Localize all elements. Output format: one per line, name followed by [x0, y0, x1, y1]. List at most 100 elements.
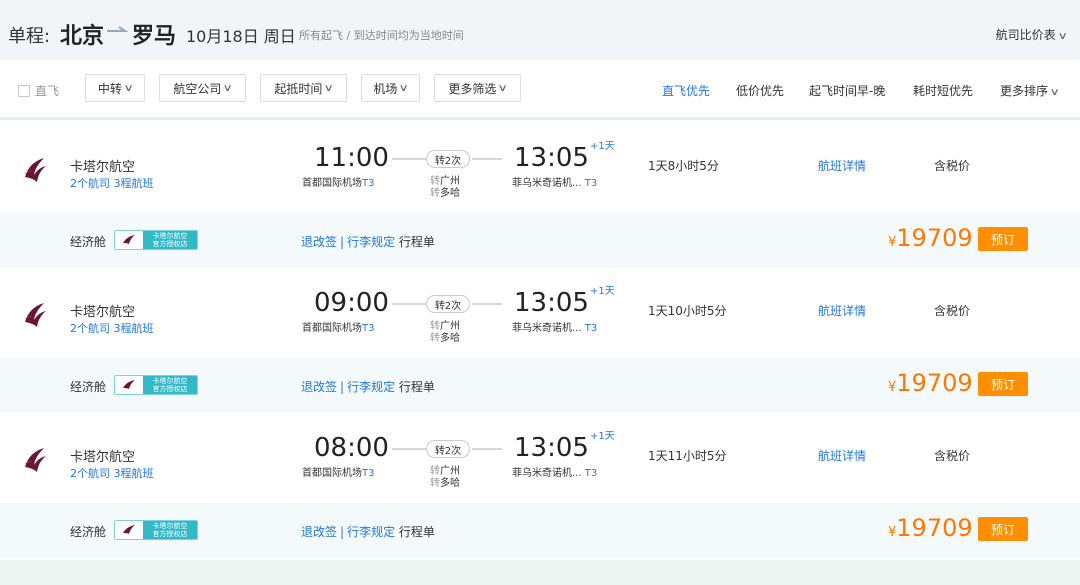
- ticket-price: ¥19709: [888, 224, 973, 252]
- local-time-note: 所有起飞 / 到达时间均为当地时间: [299, 29, 464, 42]
- chevron-down-icon: ∨: [398, 82, 410, 94]
- sort-shortest-duration[interactable]: 耗时短优先: [913, 82, 973, 99]
- cabin-price-row: 经济舱 卡塔尔航空 官方授权店 退改签 | 行李规定 行程单 ¥19709 预订: [0, 358, 1080, 413]
- itinerary-link[interactable]: 行程单: [399, 525, 435, 539]
- route-line: [392, 158, 426, 160]
- departure-airport: 首都国际机场T3: [302, 323, 375, 334]
- filter-airline-dropdown[interactable]: 航空公司 ∨: [159, 74, 246, 102]
- cabin-class: 经济舱: [70, 380, 107, 394]
- airline-logo-icon: [115, 376, 143, 394]
- book-button[interactable]: 预订: [978, 227, 1028, 251]
- ticket-price: ¥19709: [888, 514, 973, 542]
- transfer-city: 转多哈: [430, 478, 460, 489]
- chevron-down-icon: ∨: [497, 82, 509, 94]
- airline-name: 卡塔尔航空: [70, 160, 136, 175]
- route-line: [392, 448, 426, 450]
- transfer-city: 转多哈: [430, 188, 460, 199]
- filter-airport-dropdown[interactable]: 机场 ∨: [361, 74, 420, 102]
- trip-type-label: 单程:: [8, 26, 51, 47]
- official-store-badge: 卡塔尔航空 官方授权店: [114, 375, 198, 395]
- arrival-airport: 菲乌米奇诺机... T3: [512, 323, 598, 334]
- itinerary-link[interactable]: 行程单: [399, 235, 435, 249]
- departure-airport: 首都国际机场T3: [302, 468, 375, 479]
- filter-bar: 直飞 中转 ∨ 航空公司 ∨ 起抵时间 ∨ 机场 ∨ 更多筛选 ∨ 直飞优先 低价优先 起…: [0, 60, 1080, 120]
- destination-city: 罗马: [132, 24, 177, 49]
- chevron-down-icon: ∨: [1057, 31, 1068, 42]
- book-button[interactable]: 预订: [978, 372, 1028, 396]
- departure-time: 11:00: [314, 143, 389, 173]
- next-day-indicator: +1天: [590, 431, 615, 442]
- qatar-airways-logo-icon: [24, 158, 46, 182]
- route-line: [472, 158, 502, 160]
- airline-name: 卡塔尔航空: [70, 450, 136, 465]
- next-day-indicator: +1天: [590, 141, 615, 152]
- transfer-city: 转多哈: [430, 333, 460, 344]
- transfer-city: 转广州: [430, 466, 460, 477]
- direct-flight-checkbox[interactable]: 直飞: [18, 82, 59, 99]
- stops-badge[interactable]: 转2次: [426, 295, 470, 313]
- filter-more-dropdown[interactable]: 更多筛选 ∨: [434, 74, 521, 102]
- baggage-rules-link[interactable]: 行李规定: [347, 380, 395, 394]
- list-footer: [0, 560, 1080, 585]
- flight-detail-link[interactable]: 航班详情: [818, 302, 866, 319]
- departure-time: 09:00: [314, 288, 389, 318]
- tax-included-label: 含税价: [934, 449, 971, 463]
- chevron-down-icon: ∨: [323, 82, 335, 94]
- airline-logo-icon: [115, 521, 143, 539]
- departure-airport: 首都国际机场T3: [302, 178, 375, 189]
- travel-date: 10月18日 周日: [186, 27, 296, 46]
- sort-more[interactable]: 更多排序 ∨: [1000, 82, 1060, 99]
- transfer-city: 转广州: [430, 176, 460, 187]
- airline-compare-link[interactable]: 航司比价表 ∨: [996, 26, 1068, 43]
- chevron-down-icon: ∨: [1049, 87, 1060, 98]
- baggage-rules-link[interactable]: 行李规定: [347, 235, 395, 249]
- stops-badge[interactable]: 转2次: [426, 150, 470, 168]
- policy-links: 退改签 | 行李规定 行程单: [301, 235, 435, 249]
- refund-change-link[interactable]: 退改签: [301, 235, 337, 249]
- flight-detail-link[interactable]: 航班详情: [818, 447, 866, 464]
- multi-airline-link[interactable]: 2个航司 3程航班: [70, 465, 154, 481]
- route-line: [472, 448, 502, 450]
- filter-time-dropdown[interactable]: 起抵时间 ∨: [260, 74, 347, 102]
- search-header: 单程: 北京 罗马 10月18日 周日 所有起飞 / 到达时间均为当地时间 航司…: [0, 0, 1080, 60]
- next-day-indicator: +1天: [590, 286, 615, 297]
- multi-airline-link[interactable]: 2个航司 3程航班: [70, 175, 154, 191]
- itinerary-link[interactable]: 行程单: [399, 380, 435, 394]
- arrival-time: 13:05: [514, 433, 589, 463]
- flight-row: 卡塔尔航空 2个航司 3程航班 09:00 首都国际机场T3 转2次 转广州 转…: [0, 268, 1080, 358]
- arrival-time: 13:05: [514, 288, 589, 318]
- flight-duration: 1天10小时5分: [648, 304, 727, 318]
- chevron-down-icon: ∨: [222, 82, 234, 94]
- checkbox-box: [18, 84, 30, 97]
- route-arrow-icon: [107, 26, 128, 32]
- tax-included-label: 含税价: [934, 159, 971, 173]
- cabin-class: 经济舱: [70, 525, 107, 539]
- cabin-price-row: 经济舱 卡塔尔航空 官方授权店 退改签 | 行李规定 行程单 ¥19709 预订: [0, 503, 1080, 558]
- sort-lowest-price[interactable]: 低价优先: [736, 82, 784, 99]
- official-store-badge: 卡塔尔航空 官方授权店: [114, 230, 198, 250]
- book-button[interactable]: 预订: [978, 517, 1028, 541]
- filter-transfer-dropdown[interactable]: 中转 ∨: [85, 74, 145, 102]
- official-store-badge: 卡塔尔航空 官方授权店: [114, 520, 198, 540]
- policy-links: 退改签 | 行李规定 行程单: [301, 380, 435, 394]
- qatar-airways-logo-icon: [24, 303, 46, 327]
- cabin-price-row: 经济舱 卡塔尔航空 官方授权店 退改签 | 行李规定 行程单 ¥19709 预订: [0, 213, 1080, 268]
- multi-airline-link[interactable]: 2个航司 3程航班: [70, 320, 154, 336]
- origin-city: 北京: [60, 24, 105, 49]
- sort-direct-first[interactable]: 直飞优先: [662, 82, 710, 99]
- flight-row: 卡塔尔航空 2个航司 3程航班 11:00 首都国际机场T3 转2次 转广州 转…: [0, 123, 1080, 213]
- route-line: [392, 303, 426, 305]
- flight-detail-link[interactable]: 航班详情: [818, 157, 866, 174]
- refund-change-link[interactable]: 退改签: [301, 525, 337, 539]
- baggage-rules-link[interactable]: 行李规定: [347, 525, 395, 539]
- sort-departure-time[interactable]: 起飞时间早-晚: [809, 82, 885, 99]
- stops-badge[interactable]: 转2次: [426, 440, 470, 458]
- policy-links: 退改签 | 行李规定 行程单: [301, 525, 435, 539]
- refund-change-link[interactable]: 退改签: [301, 380, 337, 394]
- arrival-time: 13:05: [514, 143, 589, 173]
- departure-time: 08:00: [314, 433, 389, 463]
- tax-included-label: 含税价: [934, 304, 971, 318]
- airline-logo-icon: [115, 231, 143, 249]
- transfer-city: 转广州: [430, 321, 460, 332]
- arrival-airport: 菲乌米奇诺机... T3: [512, 178, 598, 189]
